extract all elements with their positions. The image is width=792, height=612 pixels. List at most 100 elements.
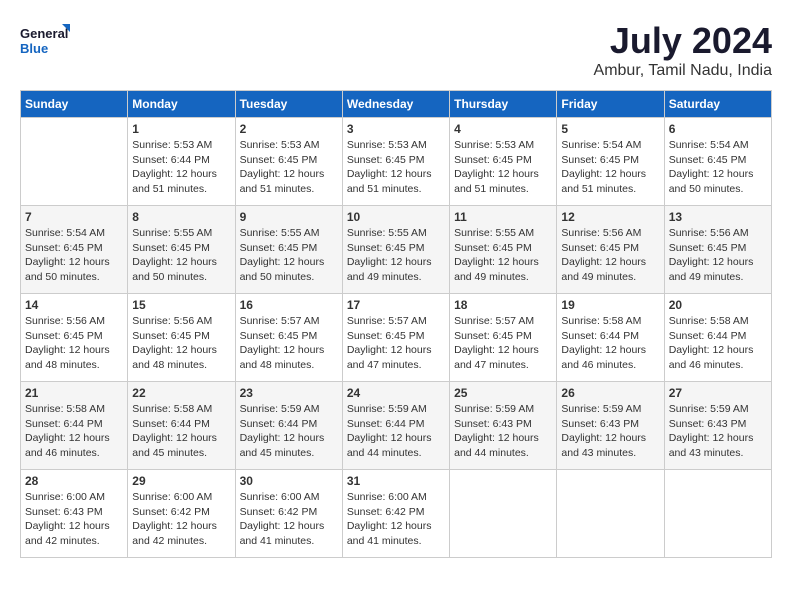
day-number: 10 bbox=[347, 210, 445, 224]
day-details: Sunrise: 6:00 AM Sunset: 6:43 PM Dayligh… bbox=[25, 490, 123, 549]
day-details: Sunrise: 5:59 AM Sunset: 6:44 PM Dayligh… bbox=[240, 402, 338, 461]
calendar-cell: 31 Sunrise: 6:00 AM Sunset: 6:42 PM Dayli… bbox=[342, 470, 449, 558]
day-details: Sunrise: 5:58 AM Sunset: 6:44 PM Dayligh… bbox=[25, 402, 123, 461]
day-number: 15 bbox=[132, 298, 230, 312]
calendar-cell: 14 Sunrise: 5:56 AM Sunset: 6:45 PM Dayli… bbox=[21, 294, 128, 382]
calendar-cell: 9 Sunrise: 5:55 AM Sunset: 6:45 PM Daylig… bbox=[235, 206, 342, 294]
day-details: Sunrise: 5:53 AM Sunset: 6:45 PM Dayligh… bbox=[240, 138, 338, 197]
day-number: 2 bbox=[240, 122, 338, 136]
day-details: Sunrise: 5:54 AM Sunset: 6:45 PM Dayligh… bbox=[25, 226, 123, 285]
calendar-cell: 29Sunrise: 6:00 AM Sunset: 6:42 PM Dayli… bbox=[128, 470, 235, 558]
day-number: 4 bbox=[454, 122, 552, 136]
day-number: 30 bbox=[240, 474, 338, 488]
calendar-cell: 26 Sunrise: 5:59 AM Sunset: 6:43 PM Dayli… bbox=[557, 382, 664, 470]
day-details: Sunrise: 5:56 AM Sunset: 6:45 PM Dayligh… bbox=[25, 314, 123, 373]
header-day-saturday: Saturday bbox=[664, 91, 771, 118]
day-details: Sunrise: 5:55 AM Sunset: 6:45 PM Dayligh… bbox=[132, 226, 230, 285]
calendar-table: SundayMondayTuesdayWednesdayThursdayFrid… bbox=[20, 90, 772, 558]
header-day-tuesday: Tuesday bbox=[235, 91, 342, 118]
week-row-3: 14 Sunrise: 5:56 AM Sunset: 6:45 PM Dayli… bbox=[21, 294, 772, 382]
day-number: 19 bbox=[561, 298, 659, 312]
week-row-1: 1Sunrise: 5:53 AM Sunset: 6:44 PM Daylig… bbox=[21, 118, 772, 206]
day-details: Sunrise: 6:00 AM Sunset: 6:42 PM Dayligh… bbox=[240, 490, 338, 549]
calendar-cell: 20 Sunrise: 5:58 AM Sunset: 6:44 PM Dayli… bbox=[664, 294, 771, 382]
calendar-cell: 7Sunrise: 5:54 AM Sunset: 6:45 PM Daylig… bbox=[21, 206, 128, 294]
day-details: Sunrise: 5:58 AM Sunset: 6:44 PM Dayligh… bbox=[132, 402, 230, 461]
day-details: Sunrise: 5:55 AM Sunset: 6:45 PM Dayligh… bbox=[240, 226, 338, 285]
week-row-4: 21 Sunrise: 5:58 AM Sunset: 6:44 PM Dayli… bbox=[21, 382, 772, 470]
day-details: Sunrise: 6:00 AM Sunset: 6:42 PM Dayligh… bbox=[347, 490, 445, 549]
page-header: General Blue July 2024 Ambur, Tamil Nadu… bbox=[20, 20, 772, 80]
header-day-friday: Friday bbox=[557, 91, 664, 118]
calendar-cell bbox=[21, 118, 128, 206]
day-details: Sunrise: 5:53 AM Sunset: 6:45 PM Dayligh… bbox=[347, 138, 445, 197]
day-number: 25 bbox=[454, 386, 552, 400]
day-details: Sunrise: 5:57 AM Sunset: 6:45 PM Dayligh… bbox=[347, 314, 445, 373]
day-number: 26 bbox=[561, 386, 659, 400]
day-details: Sunrise: 5:59 AM Sunset: 6:44 PM Dayligh… bbox=[347, 402, 445, 461]
day-number: 9 bbox=[240, 210, 338, 224]
calendar-cell: 4 Sunrise: 5:53 AM Sunset: 6:45 PM Daylig… bbox=[450, 118, 557, 206]
header-day-sunday: Sunday bbox=[21, 91, 128, 118]
day-number: 8 bbox=[132, 210, 230, 224]
calendar-cell: 10Sunrise: 5:55 AM Sunset: 6:45 PM Dayli… bbox=[342, 206, 449, 294]
calendar-cell: 5 Sunrise: 5:54 AM Sunset: 6:45 PM Daylig… bbox=[557, 118, 664, 206]
calendar-cell: 12Sunrise: 5:56 AM Sunset: 6:45 PM Dayli… bbox=[557, 206, 664, 294]
calendar-cell: 16 Sunrise: 5:57 AM Sunset: 6:45 PM Dayli… bbox=[235, 294, 342, 382]
day-details: Sunrise: 5:57 AM Sunset: 6:45 PM Dayligh… bbox=[240, 314, 338, 373]
day-details: Sunrise: 5:57 AM Sunset: 6:45 PM Dayligh… bbox=[454, 314, 552, 373]
calendar-cell: 30 Sunrise: 6:00 AM Sunset: 6:42 PM Dayli… bbox=[235, 470, 342, 558]
day-number: 27 bbox=[669, 386, 767, 400]
header-row: SundayMondayTuesdayWednesdayThursdayFrid… bbox=[21, 91, 772, 118]
calendar-cell bbox=[557, 470, 664, 558]
week-row-2: 7Sunrise: 5:54 AM Sunset: 6:45 PM Daylig… bbox=[21, 206, 772, 294]
calendar-cell: 15 Sunrise: 5:56 AM Sunset: 6:45 PM Dayli… bbox=[128, 294, 235, 382]
calendar-cell: 22 Sunrise: 5:58 AM Sunset: 6:44 PM Dayli… bbox=[128, 382, 235, 470]
calendar-cell: 25 Sunrise: 5:59 AM Sunset: 6:43 PM Dayli… bbox=[450, 382, 557, 470]
calendar-cell: 21 Sunrise: 5:58 AM Sunset: 6:44 PM Dayli… bbox=[21, 382, 128, 470]
title-area: July 2024 Ambur, Tamil Nadu, India bbox=[594, 20, 772, 80]
day-details: Sunrise: 5:59 AM Sunset: 6:43 PM Dayligh… bbox=[561, 402, 659, 461]
day-number: 31 bbox=[347, 474, 445, 488]
day-details: Sunrise: 5:53 AM Sunset: 6:44 PM Dayligh… bbox=[132, 138, 230, 197]
logo-icon: General Blue bbox=[20, 20, 70, 64]
day-number: 3 bbox=[347, 122, 445, 136]
day-number: 23 bbox=[240, 386, 338, 400]
day-details: Sunrise: 5:58 AM Sunset: 6:44 PM Dayligh… bbox=[561, 314, 659, 373]
calendar-cell bbox=[450, 470, 557, 558]
calendar-cell: 24 Sunrise: 5:59 AM Sunset: 6:44 PM Dayli… bbox=[342, 382, 449, 470]
day-number: 14 bbox=[25, 298, 123, 312]
calendar-cell bbox=[664, 470, 771, 558]
day-details: Sunrise: 5:55 AM Sunset: 6:45 PM Dayligh… bbox=[454, 226, 552, 285]
calendar-cell: 17Sunrise: 5:57 AM Sunset: 6:45 PM Dayli… bbox=[342, 294, 449, 382]
svg-text:General: General bbox=[20, 26, 68, 41]
day-number: 5 bbox=[561, 122, 659, 136]
day-number: 16 bbox=[240, 298, 338, 312]
header-day-thursday: Thursday bbox=[450, 91, 557, 118]
day-number: 24 bbox=[347, 386, 445, 400]
calendar-cell: 3 Sunrise: 5:53 AM Sunset: 6:45 PM Daylig… bbox=[342, 118, 449, 206]
day-number: 22 bbox=[132, 386, 230, 400]
day-details: Sunrise: 5:56 AM Sunset: 6:45 PM Dayligh… bbox=[561, 226, 659, 285]
svg-text:Blue: Blue bbox=[20, 41, 48, 56]
day-number: 20 bbox=[669, 298, 767, 312]
calendar-cell: 28Sunrise: 6:00 AM Sunset: 6:43 PM Dayli… bbox=[21, 470, 128, 558]
day-details: Sunrise: 5:59 AM Sunset: 6:43 PM Dayligh… bbox=[669, 402, 767, 461]
day-details: Sunrise: 5:58 AM Sunset: 6:44 PM Dayligh… bbox=[669, 314, 767, 373]
calendar-cell: 27 Sunrise: 5:59 AM Sunset: 6:43 PM Dayli… bbox=[664, 382, 771, 470]
logo: General Blue bbox=[20, 20, 70, 64]
day-details: Sunrise: 5:53 AM Sunset: 6:45 PM Dayligh… bbox=[454, 138, 552, 197]
day-number: 11 bbox=[454, 210, 552, 224]
month-title: July 2024 bbox=[594, 20, 772, 62]
day-details: Sunrise: 6:00 AM Sunset: 6:42 PM Dayligh… bbox=[132, 490, 230, 549]
day-details: Sunrise: 5:54 AM Sunset: 6:45 PM Dayligh… bbox=[561, 138, 659, 197]
location: Ambur, Tamil Nadu, India bbox=[594, 62, 772, 80]
day-number: 21 bbox=[25, 386, 123, 400]
calendar-cell: 6Sunrise: 5:54 AM Sunset: 6:45 PM Daylig… bbox=[664, 118, 771, 206]
calendar-cell: 11 Sunrise: 5:55 AM Sunset: 6:45 PM Dayli… bbox=[450, 206, 557, 294]
day-details: Sunrise: 5:59 AM Sunset: 6:43 PM Dayligh… bbox=[454, 402, 552, 461]
calendar-cell: 2 Sunrise: 5:53 AM Sunset: 6:45 PM Daylig… bbox=[235, 118, 342, 206]
day-details: Sunrise: 5:56 AM Sunset: 6:45 PM Dayligh… bbox=[132, 314, 230, 373]
day-details: Sunrise: 5:56 AM Sunset: 6:45 PM Dayligh… bbox=[669, 226, 767, 285]
calendar-cell: 18Sunrise: 5:57 AM Sunset: 6:45 PM Dayli… bbox=[450, 294, 557, 382]
